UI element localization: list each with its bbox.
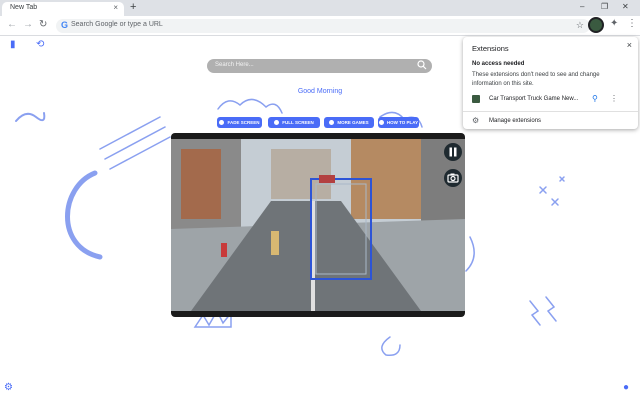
doodle-hatching [99,116,171,170]
full-screen-label: FULL SCREEN [282,120,314,125]
bulb-icon [219,120,225,126]
manage-extensions-link[interactable]: Manage extensions [489,118,541,124]
omnibox[interactable]: G Search Google or type a URL ☆ [56,19,590,33]
minimize-button[interactable]: – [580,1,584,13]
game-frame[interactable] [171,133,465,317]
pause-icon [449,147,457,157]
game-bollard [271,231,279,255]
game-car-on-truck [319,175,335,183]
game-building-center [271,149,331,199]
omnibox-placeholder: Search Google or type a URL [71,21,163,28]
close-window-button[interactable]: ✕ [622,1,629,13]
popup-divider [463,111,638,112]
more-games-button[interactable]: MORE GAMES [324,117,374,128]
expand-icon [274,120,280,126]
info-icon [378,120,384,126]
search-bar[interactable]: Search Here... [207,59,432,73]
fade-screen-button[interactable]: FADE SCREEN [217,117,262,128]
extensions-popup-close-icon[interactable]: × [627,40,632,50]
more-options-icon[interactable]: ⋮ [610,94,618,103]
how-to-play-button[interactable]: HOW TO PLAY [378,117,419,128]
maximize-button[interactable]: ❐ [601,1,608,13]
extensions-section-description: These extensions don't need to see and c… [472,72,600,87]
extensions-popup-title: Extensions [472,44,509,53]
how-to-play-label: HOW TO PLAY [386,120,419,125]
search-input[interactable]: Search Here... [215,62,254,68]
extension-game-icon[interactable] [588,17,604,33]
doodle-lightning [529,296,557,326]
extensions-popup: Extensions × No access needed These exte… [463,37,638,129]
chrome-menu-icon[interactable]: ⋮ [627,18,637,29]
tab-close-icon[interactable]: × [113,3,118,13]
tab-title: New Tab [10,4,38,11]
new-tab-button[interactable]: + [130,1,136,13]
doodle-arc-right [465,236,475,272]
full-screen-button[interactable]: FULL SCREEN [268,117,320,128]
extension-name: Car Transport Truck Game New... [489,96,579,102]
manage-extensions-gear-icon: ⚙ [472,116,480,125]
browser-toolbar: ← → ↻ G Search Google or type a URL ☆ ✦ … [0,16,640,36]
game-canvas[interactable] [171,139,465,311]
bookmark-star-icon[interactable]: ☆ [576,20,584,31]
doodle-swirl-bottom [381,336,401,357]
pause-button[interactable] [444,143,462,161]
doodle-stars [539,176,565,206]
camera-button[interactable] [444,169,462,187]
pin-icon[interactable]: ⚲ [592,94,598,103]
game-hydrant [221,243,227,257]
back-icon[interactable]: ← [7,19,17,31]
extensions-section-heading: No access needed [472,61,525,67]
reload-icon[interactable]: ↻ [39,19,47,31]
doodle-squiggle-left [15,112,46,122]
doodle-cloud [217,98,283,114]
game-building-left-brick [181,149,221,219]
tab-strip: New Tab × + – ❐ ✕ [0,0,640,16]
tab-new-tab[interactable]: New Tab × [2,2,124,16]
extensions-puzzle-icon[interactable]: ✦ [610,18,618,29]
camera-icon [447,173,459,183]
fade-screen-label: FADE SCREEN [227,120,260,125]
forward-icon[interactable]: → [23,19,33,31]
search-icon[interactable] [417,60,427,70]
gamepad-icon [329,120,335,126]
google-g-icon: G [61,20,69,30]
extension-favicon-icon [472,95,480,103]
more-games-label: MORE GAMES [337,120,369,125]
doodle-crescent-left [65,170,103,260]
extension-list-item[interactable]: Car Transport Truck Game New... ⚲ ⋮ [463,94,638,106]
